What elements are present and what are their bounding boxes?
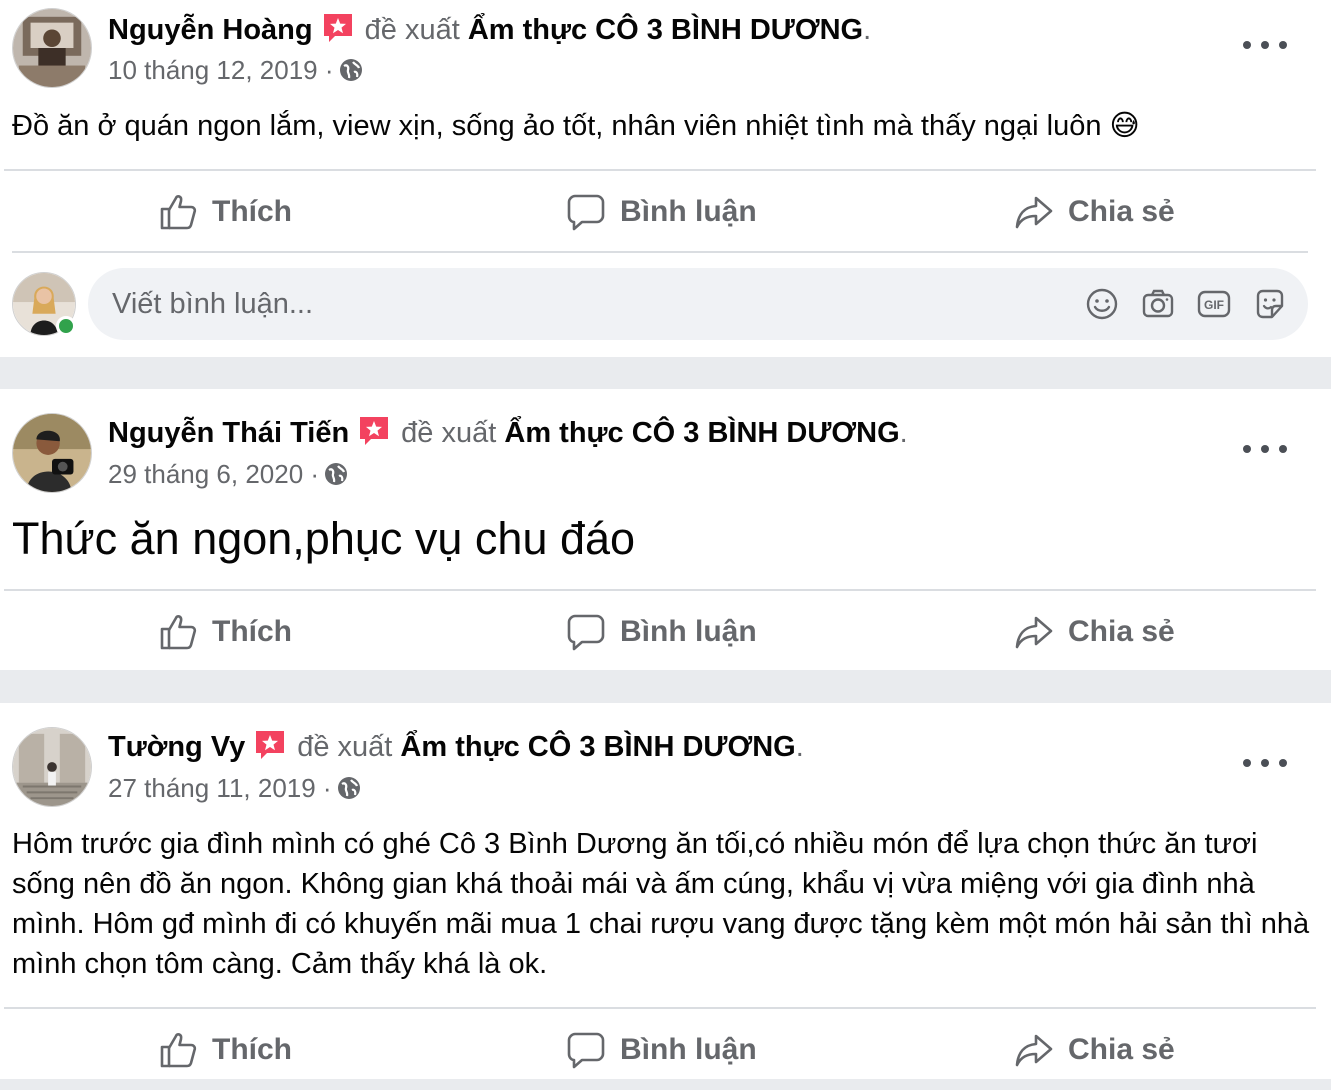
thumbs-up-icon [160, 615, 197, 650]
comment-button[interactable]: Bình luận [566, 172, 757, 252]
comment-label: Bình luận [620, 1033, 757, 1066]
like-label: Thích [212, 615, 292, 648]
more-options-button[interactable] [1243, 30, 1287, 60]
gif-icon[interactable]: GIF [1196, 286, 1232, 322]
action-bar: Thích Bình luận Chia sẻ [0, 172, 1331, 252]
review-post: Nguyễn Hoàng đề xuất Ẩm thực CÔ 3 BÌNH DƯ… [0, 0, 1331, 357]
header-period: . [863, 14, 872, 46]
recommend-badge-icon [323, 14, 352, 43]
thumbs-up-icon [160, 1033, 197, 1068]
author-avatar[interactable] [12, 8, 92, 88]
globe-icon [339, 59, 362, 82]
globe-icon [337, 777, 360, 800]
share-button[interactable]: Chia sẻ [1014, 172, 1175, 252]
share-arrow-icon [1015, 196, 1053, 229]
divider [4, 1007, 1316, 1009]
share-label: Chia sẻ [1068, 195, 1175, 228]
header-period: . [899, 417, 908, 449]
divider [4, 589, 1316, 591]
recommend-badge-icon [360, 417, 389, 446]
post-meta: 10 tháng 12, 2019 · [108, 52, 364, 88]
post-header: Nguyễn Thái Tiến đề xuất Ẩm thực CÔ 3 BÌN… [108, 413, 908, 453]
like-label: Thích [212, 1033, 292, 1066]
globe-icon [325, 463, 348, 486]
post-header: Nguyễn Hoàng đề xuất Ẩm thực CÔ 3 BÌNH DƯ… [108, 10, 871, 50]
page-name[interactable]: Ẩm thực CÔ 3 BÌNH DƯƠNG [504, 417, 899, 449]
post-header: Tường Vy đề xuất Ẩm thực CÔ 3 BÌNH DƯƠNG. [108, 727, 804, 767]
post-text: Hôm trước gia đình mình có ghé Cô 3 Bình… [12, 828, 1310, 980]
comment-composer: GIF [0, 268, 1331, 344]
post-date[interactable]: 29 tháng 6, 2020 · [108, 459, 319, 489]
recommend-badge-icon [256, 731, 285, 760]
share-arrow-icon [1015, 1034, 1053, 1067]
share-button[interactable]: Chia sẻ [1014, 1010, 1175, 1090]
more-options-button[interactable] [1243, 434, 1287, 464]
author-avatar[interactable] [12, 727, 92, 807]
share-label: Chia sẻ [1068, 615, 1175, 648]
svg-text:GIF: GIF [1204, 298, 1224, 312]
like-label: Thích [212, 195, 292, 228]
page-name[interactable]: Ẩm thực CÔ 3 BÌNH DƯƠNG [400, 731, 795, 763]
camera-icon[interactable] [1140, 286, 1176, 322]
comment-button[interactable]: Bình luận [566, 1010, 757, 1090]
author-avatar[interactable] [12, 413, 92, 493]
recommends-label: đề xuất [297, 731, 393, 763]
author-name[interactable]: Nguyễn Thái Tiến [108, 417, 349, 449]
comment-input-box: GIF [88, 268, 1308, 340]
post-meta: 29 tháng 6, 2020 · [108, 456, 349, 492]
comment-bubble-icon [567, 614, 605, 651]
comment-bubble-icon [567, 1032, 605, 1069]
post-text: Thức ăn ngon,phục vụ chu đáo [12, 513, 636, 564]
comment-label: Bình luận [620, 615, 757, 648]
post-text: Đồ ăn ở quán ngon lắm, view xịn, sống ảo… [12, 110, 1140, 142]
comment-label: Bình luận [620, 195, 757, 228]
comment-bubble-icon [567, 194, 605, 231]
share-button[interactable]: Chia sẻ [1014, 592, 1175, 672]
post-meta: 27 tháng 11, 2019 · [108, 770, 362, 806]
author-name[interactable]: Nguyễn Hoàng [108, 14, 313, 46]
review-post: Nguyễn Thái Tiến đề xuất Ẩm thực CÔ 3 BÌN… [0, 389, 1331, 670]
recommends-label: đề xuất [364, 14, 460, 46]
thumbs-up-icon [160, 195, 197, 230]
like-button[interactable]: Thích [158, 1010, 292, 1090]
post-date[interactable]: 10 tháng 12, 2019 · [108, 55, 334, 85]
more-options-button[interactable] [1243, 748, 1287, 778]
like-button[interactable]: Thích [158, 172, 292, 252]
comment-button[interactable]: Bình luận [566, 592, 757, 672]
like-button[interactable]: Thích [158, 592, 292, 672]
page-name[interactable]: Ẩm thực CÔ 3 BÌNH DƯƠNG [468, 14, 863, 46]
review-post: Tường Vy đề xuất Ẩm thực CÔ 3 BÌNH DƯƠNG.… [0, 703, 1331, 1079]
share-arrow-icon [1015, 616, 1053, 649]
action-bar: Thích Bình luận Chia sẻ [0, 1010, 1331, 1090]
comment-input[interactable] [112, 287, 1064, 321]
emoji-icon[interactable] [1084, 286, 1120, 322]
comment-tools: GIF [1064, 286, 1288, 322]
divider [12, 251, 1308, 253]
recommends-label: đề xuất [401, 417, 497, 449]
action-bar: Thích Bình luận Chia sẻ [0, 592, 1331, 672]
sticker-icon[interactable] [1252, 286, 1288, 322]
divider [4, 169, 1316, 171]
header-period: . [795, 731, 804, 763]
share-label: Chia sẻ [1068, 1033, 1175, 1066]
post-date[interactable]: 27 tháng 11, 2019 · [108, 773, 332, 803]
online-status-dot [56, 316, 76, 336]
author-name[interactable]: Tường Vy [108, 731, 245, 763]
